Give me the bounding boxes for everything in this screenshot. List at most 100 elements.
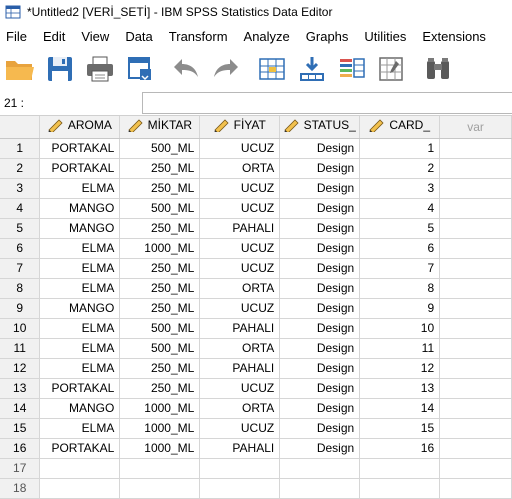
row-number[interactable]: 2: [0, 158, 41, 179]
data-cell[interactable]: UCUZ: [199, 198, 281, 219]
data-cell[interactable]: UCUZ: [199, 418, 281, 439]
data-cell[interactable]: UCUZ: [199, 178, 281, 199]
data-cell[interactable]: MANGO: [39, 198, 121, 219]
data-cell[interactable]: MANGO: [39, 218, 121, 239]
data-cell[interactable]: UCUZ: [199, 298, 281, 319]
data-cell[interactable]: ELMA: [39, 318, 121, 339]
row-number[interactable]: 12: [0, 358, 41, 379]
data-cell[interactable]: PORTAKAL: [39, 438, 121, 459]
empty-var-cell[interactable]: [439, 238, 512, 259]
data-cell[interactable]: 1000_ML: [119, 238, 201, 259]
row-number[interactable]: 1: [0, 138, 41, 159]
column-header[interactable]: MİKTAR: [119, 116, 201, 139]
row-number[interactable]: 5: [0, 218, 41, 239]
data-cell[interactable]: 7: [359, 258, 441, 279]
data-cell[interactable]: Design: [279, 178, 361, 199]
data-cell[interactable]: ELMA: [39, 358, 121, 379]
data-cell[interactable]: [39, 458, 121, 479]
data-cell[interactable]: PORTAKAL: [39, 158, 121, 179]
data-cell[interactable]: 4: [359, 198, 441, 219]
data-cell[interactable]: 10: [359, 318, 441, 339]
empty-var-cell[interactable]: [439, 418, 512, 439]
data-cell[interactable]: Design: [279, 218, 361, 239]
empty-var-cell[interactable]: [439, 258, 512, 279]
data-cell[interactable]: 8: [359, 278, 441, 299]
data-cell[interactable]: [39, 478, 121, 499]
data-cell[interactable]: Design: [279, 138, 361, 159]
variables-icon[interactable]: [332, 51, 372, 87]
binoculars-icon[interactable]: [418, 51, 458, 87]
data-cell[interactable]: ELMA: [39, 278, 121, 299]
empty-var-cell[interactable]: [439, 198, 512, 219]
data-cell[interactable]: 1000_ML: [119, 438, 201, 459]
data-cell[interactable]: ELMA: [39, 178, 121, 199]
menu-graphs[interactable]: Graphs: [300, 29, 349, 44]
column-header[interactable]: FİYAT: [199, 116, 281, 139]
data-cell[interactable]: 12: [359, 358, 441, 379]
menu-analyze[interactable]: Analyze: [238, 29, 290, 44]
data-cell[interactable]: Design: [279, 318, 361, 339]
goto-case-icon[interactable]: [252, 51, 292, 87]
data-cell[interactable]: 250_ML: [119, 158, 201, 179]
empty-var-cell[interactable]: [439, 358, 512, 379]
data-cell[interactable]: UCUZ: [199, 238, 281, 259]
data-cell[interactable]: [359, 458, 441, 479]
empty-var-cell[interactable]: [439, 138, 512, 159]
data-cell[interactable]: [359, 478, 441, 499]
undo-icon[interactable]: [166, 51, 206, 87]
data-cell[interactable]: 250_ML: [119, 358, 201, 379]
data-cell[interactable]: Design: [279, 358, 361, 379]
data-cell[interactable]: 250_ML: [119, 258, 201, 279]
data-cell[interactable]: 500_ML: [119, 318, 201, 339]
data-cell[interactable]: 500_ML: [119, 338, 201, 359]
data-cell[interactable]: [199, 478, 281, 499]
row-number[interactable]: 15: [0, 418, 41, 439]
data-cell[interactable]: Design: [279, 338, 361, 359]
row-number[interactable]: 18: [0, 478, 41, 499]
data-cell[interactable]: UCUZ: [199, 138, 281, 159]
data-cell[interactable]: PAHALI: [199, 318, 281, 339]
data-cell[interactable]: ELMA: [39, 338, 121, 359]
save-icon[interactable]: [40, 51, 80, 87]
data-cell[interactable]: Design: [279, 158, 361, 179]
menu-utilities[interactable]: Utilities: [358, 29, 406, 44]
column-header[interactable]: AROMA: [39, 116, 121, 139]
data-cell[interactable]: Design: [279, 278, 361, 299]
data-cell[interactable]: 11: [359, 338, 441, 359]
menu-file[interactable]: File: [0, 29, 27, 44]
data-cell[interactable]: PORTAKAL: [39, 378, 121, 399]
empty-var-cell[interactable]: [439, 218, 512, 239]
data-cell[interactable]: Design: [279, 438, 361, 459]
empty-var-cell[interactable]: [439, 438, 512, 459]
empty-var-cell[interactable]: [439, 318, 512, 339]
row-number[interactable]: 16: [0, 438, 41, 459]
data-cell[interactable]: 16: [359, 438, 441, 459]
row-number[interactable]: 14: [0, 398, 41, 419]
data-cell[interactable]: [119, 478, 201, 499]
data-cell[interactable]: ORTA: [199, 338, 281, 359]
data-cell[interactable]: ORTA: [199, 278, 281, 299]
data-cell[interactable]: PAHALI: [199, 358, 281, 379]
row-number[interactable]: 11: [0, 338, 41, 359]
empty-var-cell[interactable]: [439, 298, 512, 319]
data-cell[interactable]: 2: [359, 158, 441, 179]
data-cell[interactable]: 1000_ML: [119, 398, 201, 419]
data-cell[interactable]: ELMA: [39, 258, 121, 279]
data-cell[interactable]: PAHALI: [199, 438, 281, 459]
data-cell[interactable]: 13: [359, 378, 441, 399]
data-cell[interactable]: Design: [279, 418, 361, 439]
empty-var-cell[interactable]: [439, 278, 512, 299]
data-cell[interactable]: Design: [279, 298, 361, 319]
data-cell[interactable]: 1: [359, 138, 441, 159]
data-cell[interactable]: 6: [359, 238, 441, 259]
data-cell[interactable]: 250_ML: [119, 218, 201, 239]
menu-data[interactable]: Data: [119, 29, 152, 44]
menu-view[interactable]: View: [75, 29, 109, 44]
row-number[interactable]: 3: [0, 178, 41, 199]
data-cell[interactable]: UCUZ: [199, 378, 281, 399]
data-cell[interactable]: MANGO: [39, 298, 121, 319]
data-cell[interactable]: 3: [359, 178, 441, 199]
empty-var-cell[interactable]: [439, 478, 512, 499]
data-cell[interactable]: ORTA: [199, 158, 281, 179]
data-cell[interactable]: ELMA: [39, 238, 121, 259]
